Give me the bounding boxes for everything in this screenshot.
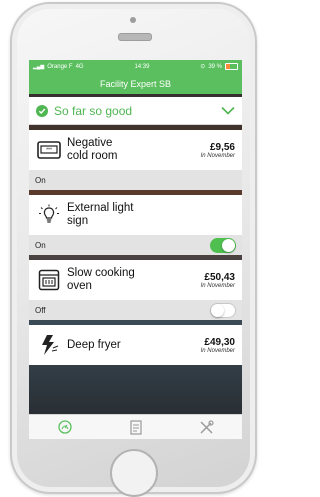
signal-icon: ▂▄▆ — [33, 63, 45, 70]
item-name-line2: sign — [67, 215, 89, 227]
item-name-line1: Slow cooking — [67, 267, 135, 279]
status-bar: ▂▄▆ Orange F 4G 14:39 ⊙ 39 % — [29, 60, 242, 73]
equipment-item-cold-room[interactable]: *** Negative cold room £9,56 In November… — [29, 130, 242, 190]
tab-settings[interactable] — [197, 418, 217, 436]
item-period: In November — [200, 152, 235, 159]
item-price: £49,30 — [204, 336, 235, 348]
item-price: £9,56 — [209, 141, 235, 153]
item-name-line2: cold room — [67, 150, 118, 162]
tab-dashboard[interactable] — [55, 418, 75, 436]
nav-bar: Facility Expert SB — [29, 73, 242, 94]
report-icon — [129, 419, 142, 435]
camera — [130, 17, 136, 23]
power-toggle[interactable] — [210, 302, 236, 318]
clock: 14:39 — [134, 63, 150, 70]
carrier-label: Orange F — [47, 63, 73, 70]
equipment-item-deep-fryer[interactable]: Deep fryer £49,30 In November — [29, 325, 242, 365]
equipment-item-slow-cooking-oven[interactable]: Slow cooking oven £50,43 In November Off — [29, 260, 242, 320]
app-title: Facility Expert SB — [99, 78, 172, 89]
item-name-line1: Negative — [67, 137, 113, 149]
home-button[interactable] — [110, 449, 158, 497]
battery-icon — [225, 63, 238, 70]
item-period: In November — [200, 347, 235, 354]
item-state-row: On — [29, 235, 242, 255]
network-label: 4G — [75, 63, 84, 70]
check-circle-icon — [36, 104, 48, 117]
item-period: In November — [200, 282, 235, 289]
chevron-down-icon[interactable] — [221, 106, 235, 115]
item-state-label: Off — [35, 305, 46, 315]
lightning-icon — [37, 333, 61, 357]
tools-icon — [200, 419, 214, 434]
summary-card[interactable]: So far so good — [29, 97, 242, 125]
item-name-line1: Deep fryer — [67, 338, 121, 351]
item-state-label: On — [35, 240, 46, 250]
fridge-icon: *** — [37, 138, 61, 162]
earpiece — [118, 33, 152, 41]
light-bulb-icon — [37, 203, 61, 227]
item-state-label: On — [35, 175, 46, 185]
tab-reports[interactable] — [126, 418, 146, 436]
item-state-row: On — [29, 170, 242, 190]
equipment-item-external-light[interactable]: External light sign On — [29, 195, 242, 255]
item-name-line2: oven — [67, 280, 92, 292]
item-name-line1: External light — [67, 202, 134, 214]
item-state-row: Off — [29, 300, 242, 320]
power-toggle[interactable] — [210, 237, 236, 253]
summary-status: So far so good — [54, 103, 133, 118]
tab-bar — [29, 414, 242, 439]
alarm-icon: ⊙ — [200, 64, 206, 70]
oven-icon — [37, 268, 61, 292]
battery-percent: 39 % — [208, 63, 222, 70]
svg-text:***: *** — [46, 148, 52, 154]
item-price: £50,43 — [204, 271, 235, 283]
app-screen: ▂▄▆ Orange F 4G 14:39 ⊙ 39 % Facility Ex… — [29, 60, 242, 439]
gauge-icon — [57, 420, 72, 434]
